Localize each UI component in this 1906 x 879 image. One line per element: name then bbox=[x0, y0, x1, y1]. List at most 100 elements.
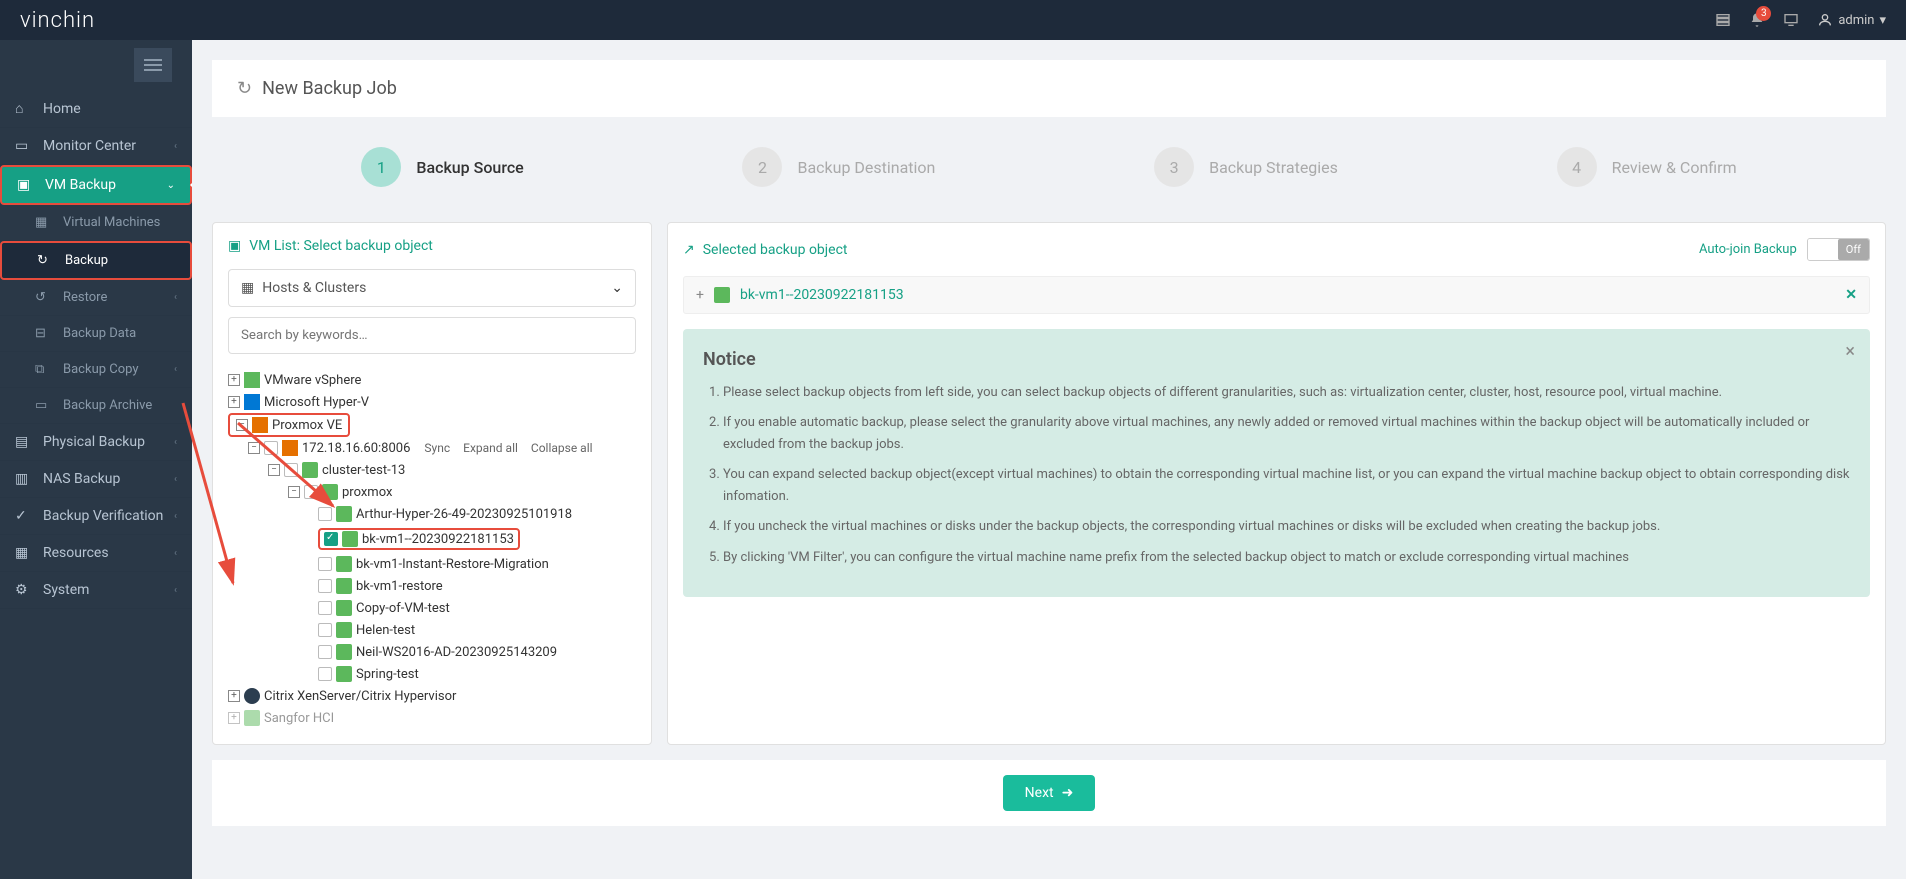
physical-icon: ▤ bbox=[15, 434, 33, 450]
step-label: Backup Destination bbox=[797, 158, 935, 177]
tree-label: bk-vm1--20230922181153 bbox=[362, 532, 514, 547]
view-dropdown[interactable]: ▦Hosts & Clusters ⌄ bbox=[228, 269, 636, 307]
notice-item: You can expand selected backup object(ex… bbox=[723, 464, 1850, 508]
cluster-icon bbox=[302, 462, 318, 478]
checkbox[interactable] bbox=[318, 645, 332, 659]
nav-label: Backup bbox=[65, 253, 108, 268]
tree-label: Arthur-Hyper-26-49-20230925101918 bbox=[356, 507, 572, 522]
remove-icon[interactable]: ✕ bbox=[1845, 287, 1857, 303]
nav-label: Backup Copy bbox=[63, 362, 139, 377]
list-icon[interactable] bbox=[1715, 12, 1731, 28]
checkbox[interactable] bbox=[318, 601, 332, 615]
tree-vm[interactable]: Neil-WS2016-AD-20230925143209 bbox=[228, 641, 636, 663]
tree-vm[interactable]: bk-vm1-restore bbox=[228, 575, 636, 597]
tree-cluster[interactable]: −cluster-test-13 bbox=[228, 459, 636, 481]
tree-vm[interactable]: bk-vm1-Instant-Restore-Migration bbox=[228, 553, 636, 575]
expand-all-action[interactable]: Expand all bbox=[463, 441, 518, 455]
bell-icon[interactable]: 3 bbox=[1749, 12, 1765, 28]
main-content: ↻ New Backup Job 1Backup Source 2Backup … bbox=[192, 40, 1906, 879]
step-3[interactable]: 3Backup Strategies bbox=[1154, 147, 1338, 187]
tree-label: Microsoft Hyper-V bbox=[264, 395, 369, 410]
tree-vm[interactable]: Arthur-Hyper-26-49-20230925101918 bbox=[228, 503, 636, 525]
nav-backup[interactable]: ↻ Backup bbox=[0, 241, 192, 280]
tree-proxmox[interactable]: −Proxmox VE bbox=[228, 413, 350, 437]
auto-join-toggle: Auto-join Backup Off bbox=[1699, 238, 1870, 261]
data-icon: ⊟ bbox=[35, 326, 53, 341]
collapse-icon[interactable]: − bbox=[248, 442, 260, 454]
nav-restore[interactable]: ↺Restore‹ bbox=[0, 280, 192, 316]
tree-node-proxmox[interactable]: −proxmox bbox=[228, 481, 636, 503]
nav-resources[interactable]: ▦Resources‹ bbox=[0, 535, 192, 572]
nav-label: Virtual Machines bbox=[63, 215, 160, 230]
user-menu[interactable]: admin ▾ bbox=[1817, 12, 1886, 28]
checkbox[interactable] bbox=[264, 441, 278, 455]
checkbox[interactable] bbox=[318, 579, 332, 593]
chevron-icon: ‹ bbox=[174, 511, 177, 522]
nav-physical-backup[interactable]: ▤Physical Backup‹ bbox=[0, 424, 192, 461]
expand-icon[interactable]: + bbox=[228, 396, 240, 408]
nav-virtual-machines[interactable]: ▦Virtual Machines bbox=[0, 205, 192, 241]
tree-vmware[interactable]: +VMware vSphere bbox=[228, 369, 636, 391]
toggle-off-button[interactable]: Off bbox=[1838, 239, 1869, 260]
wizard-steps: 1Backup Source 2Backup Destination 3Back… bbox=[212, 127, 1886, 207]
next-label: Next bbox=[1025, 785, 1054, 801]
collapse-icon[interactable]: − bbox=[236, 419, 248, 431]
backup-icon: ↻ bbox=[37, 253, 55, 268]
checkbox[interactable] bbox=[318, 557, 332, 571]
sync-action[interactable]: Sync bbox=[424, 441, 450, 455]
tree-sangfor[interactable]: +Sangfor HCI bbox=[228, 707, 636, 729]
nav-label: Home bbox=[43, 101, 81, 117]
search-input[interactable] bbox=[228, 317, 636, 354]
vm-tree: +VMware vSphere + Microsoft Hyper-V −Prox… bbox=[228, 369, 636, 729]
toggle-switch[interactable]: Off bbox=[1807, 238, 1870, 261]
nav-system[interactable]: ⚙System‹ bbox=[0, 572, 192, 609]
close-icon[interactable]: × bbox=[1845, 341, 1855, 362]
nav-home[interactable]: ⌂Home bbox=[0, 90, 192, 128]
chevron-icon: ‹ bbox=[174, 141, 177, 152]
next-button[interactable]: Next ➜ bbox=[1003, 775, 1096, 811]
nav-backup-verification[interactable]: ✓Backup Verification‹ bbox=[0, 498, 192, 535]
expand-icon[interactable]: + bbox=[228, 690, 240, 702]
step-1[interactable]: 1Backup Source bbox=[361, 147, 523, 187]
nav-vm-backup[interactable]: ▣VM Backup⌄ bbox=[0, 165, 192, 205]
checkbox[interactable] bbox=[318, 507, 332, 521]
selected-vm-name: bk-vm1--20230922181153 bbox=[740, 287, 904, 303]
checkbox[interactable] bbox=[318, 623, 332, 637]
collapse-all-action[interactable]: Collapse all bbox=[531, 441, 593, 455]
step-4[interactable]: 4Review & Confirm bbox=[1557, 147, 1737, 187]
chevron-down-icon: ▾ bbox=[1879, 13, 1886, 28]
tree-hyperv[interactable]: + Microsoft Hyper-V bbox=[228, 391, 636, 413]
node-icon bbox=[322, 484, 338, 500]
app-header: vinchin 3 admin ▾ bbox=[0, 0, 1906, 40]
header-actions: 3 admin ▾ bbox=[1715, 12, 1886, 28]
step-2[interactable]: 2Backup Destination bbox=[742, 147, 935, 187]
nav-label: VM Backup bbox=[45, 177, 116, 193]
plus-icon[interactable]: + bbox=[696, 287, 704, 303]
nav-backup-copy[interactable]: ⧉Backup Copy‹ bbox=[0, 352, 192, 388]
collapse-icon[interactable]: − bbox=[268, 464, 280, 476]
nav-monitor[interactable]: ▭Monitor Center‹ bbox=[0, 128, 192, 165]
tree-vm[interactable]: Copy-of-VM-test bbox=[228, 597, 636, 619]
checkbox-checked[interactable] bbox=[324, 532, 338, 546]
expand-icon[interactable]: + bbox=[228, 374, 240, 386]
reload-icon[interactable]: ↻ bbox=[237, 78, 252, 99]
tree-label: Spring-test bbox=[356, 667, 419, 682]
sidebar-toggle[interactable] bbox=[134, 48, 172, 82]
tree-xen[interactable]: +Citrix XenServer/Citrix Hypervisor bbox=[228, 685, 636, 707]
tree-proxmox-host[interactable]: −172.18.16.60:8006 Sync Expand all Colla… bbox=[228, 437, 636, 459]
nav-backup-archive[interactable]: ▭Backup Archive bbox=[0, 388, 192, 424]
checkbox[interactable] bbox=[318, 667, 332, 681]
monitor-icon: ▭ bbox=[15, 138, 33, 154]
tree-vm-selected[interactable]: bk-vm1--20230922181153 bbox=[228, 525, 636, 553]
tree-vm[interactable]: Spring-test bbox=[228, 663, 636, 685]
collapse-icon[interactable]: − bbox=[288, 486, 300, 498]
nav-nas-backup[interactable]: ▥NAS Backup‹ bbox=[0, 461, 192, 498]
tree-vm[interactable]: Helen-test bbox=[228, 619, 636, 641]
screen-icon[interactable] bbox=[1783, 12, 1799, 28]
expand-icon[interactable]: + bbox=[228, 712, 240, 724]
page-title-bar: ↻ New Backup Job bbox=[212, 60, 1886, 117]
checkbox[interactable] bbox=[284, 463, 298, 477]
panel-title-text: VM List: Select backup object bbox=[249, 238, 433, 254]
checkbox[interactable] bbox=[304, 485, 318, 499]
nav-backup-data[interactable]: ⊟Backup Data bbox=[0, 316, 192, 352]
